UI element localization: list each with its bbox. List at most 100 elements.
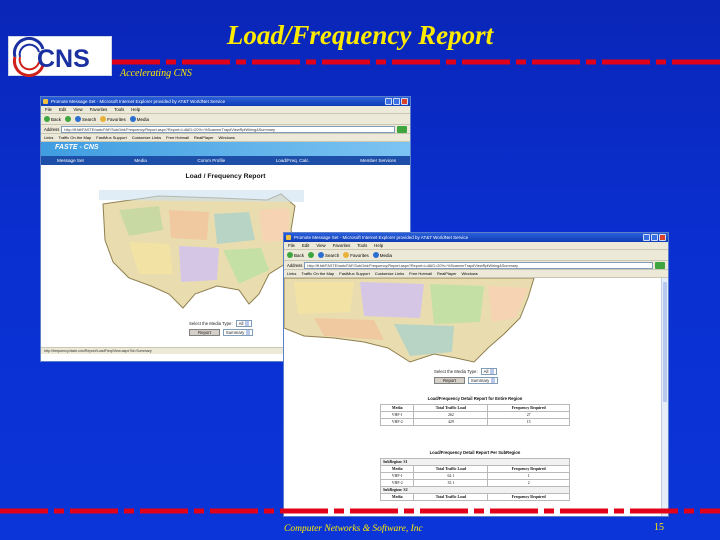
report-button[interactable]: Report — [434, 377, 465, 384]
media-button[interactable]: Media — [129, 116, 149, 122]
address-input[interactable]: http://ff.fdf/FASTE/web/FAF/SubGrid/Freq… — [61, 125, 395, 133]
search-button[interactable]: Search — [75, 116, 96, 122]
link-item[interactable]: FastMux Support — [339, 271, 369, 276]
link-item[interactable]: Customize Links — [375, 271, 404, 276]
go-button[interactable] — [655, 261, 665, 269]
link-item[interactable]: FastMux Support — [96, 135, 126, 140]
maximize-icon[interactable] — [393, 98, 400, 105]
column-header: Frequency Required — [487, 404, 570, 412]
link-item[interactable]: Traffic On the Map — [58, 135, 91, 140]
menu-view[interactable]: View — [316, 242, 325, 249]
link-item[interactable]: Windows — [219, 135, 235, 140]
window-titlebar[interactable]: Promote Message Set - Microsoft Internet… — [284, 233, 668, 242]
browser-window-front[interactable]: Promote Message Set - Microsoft Internet… — [283, 232, 669, 517]
go-button[interactable] — [397, 125, 407, 133]
summary-table: Media Total Traffic Load Frequency Requi… — [379, 404, 570, 426]
us-map[interactable] — [99, 190, 304, 310]
column-header: Media — [379, 493, 415, 501]
favorites-button[interactable]: Favorites — [100, 116, 126, 122]
report-mode-select[interactable]: Summary — [222, 329, 254, 336]
close-icon[interactable] — [401, 98, 408, 105]
nav-comm-profile[interactable]: Comm Profile — [197, 156, 225, 165]
back-arrow-icon — [287, 252, 293, 258]
report-row: Report Summary — [189, 329, 254, 336]
table-header-row: Media Total Traffic Load Frequency Requi… — [379, 404, 570, 412]
column-header: Total Traffic Load — [413, 493, 489, 501]
app-nav: Message Set Media Comm Profile Load/Freq… — [41, 156, 410, 165]
report-button[interactable]: Report — [189, 329, 220, 336]
table-cell: VHF-1 — [379, 411, 415, 419]
footer-company: Computer Networks & Software, Inc — [284, 524, 423, 534]
table-cell: 262 — [413, 411, 489, 419]
column-header: Frequency Required — [487, 493, 570, 501]
nav-load-freq[interactable]: Load/Freq. Calc. — [276, 156, 310, 165]
link-item[interactable]: Windows — [462, 271, 478, 276]
subregion-table-title: Load/Frequency Detail Report Per SubRegi… — [429, 450, 521, 455]
menu-help[interactable]: Help — [131, 106, 140, 113]
report-row: Report Summary — [434, 377, 499, 384]
star-icon — [343, 252, 350, 258]
links-bar: Links Traffic On the Map FastMux Support… — [41, 134, 410, 142]
media-type-select[interactable]: All — [235, 320, 253, 327]
table-row: VHF-2 429 15 — [379, 418, 570, 426]
menu-file[interactable]: File — [45, 106, 52, 113]
nav-message-set[interactable]: Message Set — [57, 156, 84, 165]
cns-logo: CNS — [8, 36, 112, 77]
forward-button[interactable] — [308, 252, 315, 258]
back-button[interactable]: Back — [44, 116, 61, 122]
vertical-scrollbar[interactable] — [661, 278, 668, 516]
link-item[interactable]: Traffic On the Map — [301, 271, 334, 276]
favorites-button[interactable]: Favorites — [343, 252, 369, 258]
link-item[interactable]: Customize Links — [132, 135, 161, 140]
menu-view[interactable]: View — [73, 106, 82, 113]
links-label: Links — [287, 271, 297, 276]
search-button[interactable]: Search — [318, 252, 339, 258]
menu-file[interactable]: File — [288, 242, 295, 249]
column-header: Media — [379, 465, 415, 473]
link-item[interactable]: RealPlayer — [194, 135, 214, 140]
link-item[interactable]: Free Hotmail — [166, 135, 189, 140]
scroll-thumb[interactable] — [663, 282, 667, 402]
media-type-row: Select the Media Type: All — [434, 368, 498, 375]
table-cell: VHF-2 — [379, 479, 415, 487]
menu-edit[interactable]: Edit — [59, 106, 66, 113]
menu-bar: File Edit View Favorites Tools Help — [41, 106, 410, 114]
media-type-label: Select the Media Type: — [189, 321, 233, 326]
logo-text: CNS — [37, 45, 90, 73]
maximize-icon[interactable] — [651, 234, 658, 241]
table-cell: 62.1 — [413, 472, 489, 480]
menu-help[interactable]: Help — [374, 242, 383, 249]
minimize-icon[interactable] — [385, 98, 392, 105]
media-button[interactable]: Media — [372, 252, 392, 258]
media-type-select[interactable]: All — [480, 368, 498, 375]
menu-favorites[interactable]: Favorites — [333, 242, 351, 249]
nav-media[interactable]: Media — [134, 156, 147, 165]
table-header-row: Media Total Traffic Load Frequency Requi… — [379, 465, 570, 473]
page-number: 15 — [654, 522, 664, 533]
table-header-row: Media Total Traffic Load Frequency Requi… — [379, 493, 570, 501]
nav-member-services[interactable]: Member Services — [360, 156, 396, 165]
media-type-label: Select the Media Type: — [434, 369, 478, 374]
report-mode-select[interactable]: Summary — [467, 377, 499, 384]
address-input[interactable]: http://ff.fdf/FASTE/web/FAF/SubGrid/Freq… — [304, 261, 653, 269]
subregion-row: SubRegion: S2 — [380, 486, 570, 494]
menu-favorites[interactable]: Favorites — [90, 106, 108, 113]
close-icon[interactable] — [659, 234, 666, 241]
forward-button[interactable] — [65, 116, 72, 122]
chevron-down-icon — [246, 330, 251, 335]
back-button[interactable]: Back — [287, 252, 304, 258]
menu-tools[interactable]: Tools — [114, 106, 124, 113]
link-item[interactable]: RealPlayer — [437, 271, 457, 276]
menu-tools[interactable]: Tools — [357, 242, 367, 249]
media-icon — [372, 252, 379, 258]
window-titlebar[interactable]: Promote Message Set - Microsoft Internet… — [41, 97, 410, 106]
chevron-down-icon — [491, 378, 496, 383]
subregion-table: SubRegion: S1 Media Total Traffic Load F… — [379, 458, 570, 501]
address-label: Address — [44, 126, 60, 132]
minimize-icon[interactable] — [643, 234, 650, 241]
us-map[interactable] — [284, 278, 544, 364]
link-item[interactable]: Free Hotmail — [409, 271, 432, 276]
slide-title: Load/Frequency Report — [226, 20, 494, 50]
menu-edit[interactable]: Edit — [302, 242, 309, 249]
window-title: Promote Message Set - Microsoft Internet… — [51, 99, 226, 104]
